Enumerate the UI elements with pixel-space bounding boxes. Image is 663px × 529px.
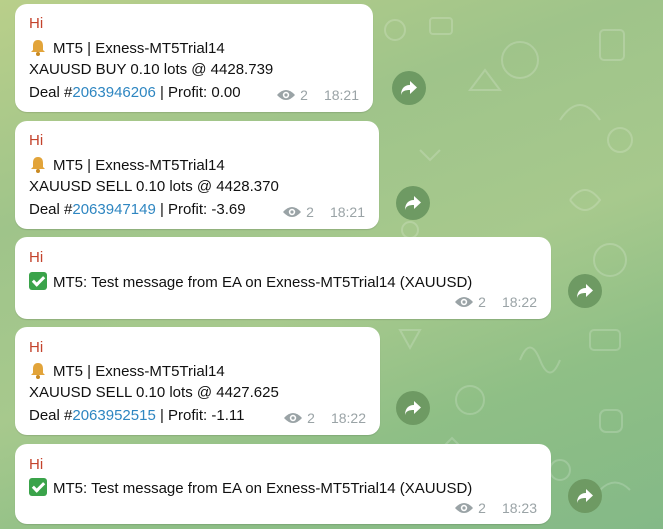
deal-prefix: Deal #: [29, 84, 73, 101]
forward-icon: [405, 401, 421, 415]
message-meta: 2 18:23: [454, 500, 537, 516]
message-line: Deal #2063946206 | Profit: 0.00: [29, 84, 241, 101]
message-line: MT5: Test message from EA on Exness-MT5T…: [29, 272, 472, 291]
bell-icon: [31, 157, 45, 173]
deal-prefix: Deal #: [29, 407, 73, 424]
message-bubble[interactable]: Hi MT5 | Exness-MT5Trial14 XAUUSD SELL 0…: [15, 327, 380, 435]
bell-icon: [31, 40, 45, 56]
message-time: 18:22: [501, 294, 537, 310]
view-count: 2: [478, 500, 486, 516]
message-text: MT5 | Exness-MT5Trial14: [53, 40, 225, 57]
message-bubble[interactable]: Hi MT5 | Exness-MT5Trial14 XAUUSD SELL 0…: [15, 121, 379, 229]
message-meta: 2 18:22: [454, 294, 537, 310]
message-bubble[interactable]: Hi MT5 | Exness-MT5Trial14 XAUUSD BUY 0.…: [15, 4, 373, 112]
message-text: XAUUSD SELL 0.10 lots @ 4427.625: [29, 384, 279, 401]
message-meta: 2 18:21: [282, 204, 365, 220]
message-line: MT5 | Exness-MT5Trial14: [29, 38, 225, 57]
bell-icon: [31, 363, 45, 379]
message-bubble[interactable]: Hi MT5: Test message from EA on Exness-M…: [15, 237, 551, 319]
sender-name[interactable]: Hi: [29, 15, 43, 32]
forward-button[interactable]: [392, 71, 426, 105]
eye-icon: [277, 90, 296, 100]
view-count: 2: [306, 204, 314, 220]
forward-button[interactable]: [568, 479, 602, 513]
view-count: 2: [307, 410, 315, 426]
deal-profit: | Profit: -1.11: [155, 407, 245, 424]
message-time: 18:21: [329, 204, 365, 220]
forward-button[interactable]: [568, 274, 602, 308]
sender-name[interactable]: Hi: [29, 132, 43, 149]
view-count: 2: [300, 87, 308, 103]
message-line: Deal #2063952515 | Profit: -1.11: [29, 407, 244, 424]
sender-name[interactable]: Hi: [29, 456, 43, 473]
deal-profit: | Profit: 0.00: [155, 84, 241, 101]
message-text: XAUUSD BUY 0.10 lots @ 4428.739: [29, 61, 274, 78]
message-text: MT5 | Exness-MT5Trial14: [53, 157, 225, 174]
message-text: MT5 | Exness-MT5Trial14: [53, 363, 225, 380]
message-line: MT5 | Exness-MT5Trial14: [29, 155, 225, 174]
message-time: 18:22: [330, 410, 366, 426]
message-line: MT5 | Exness-MT5Trial14: [29, 361, 225, 380]
message-time: 18:23: [501, 500, 537, 516]
sender-name[interactable]: Hi: [29, 249, 43, 266]
forward-icon: [577, 489, 593, 503]
forward-button[interactable]: [396, 186, 430, 220]
eye-icon: [455, 503, 474, 513]
sender-name[interactable]: Hi: [29, 339, 43, 356]
deal-prefix: Deal #: [29, 201, 73, 218]
forward-icon: [401, 81, 417, 95]
message-text: MT5: Test message from EA on Exness-MT5T…: [53, 480, 473, 497]
message-meta: 2 18:22: [283, 410, 366, 426]
message-time: 18:21: [323, 87, 359, 103]
message-line: MT5: Test message from EA on Exness-MT5T…: [29, 478, 472, 497]
eye-icon: [283, 207, 302, 217]
view-count: 2: [478, 294, 486, 310]
eye-icon: [455, 297, 474, 307]
eye-icon: [284, 413, 303, 423]
message-text: XAUUSD SELL 0.10 lots @ 4428.370: [29, 178, 279, 195]
message-line: Deal #2063947149 | Profit: -3.69: [29, 201, 246, 218]
check-icon: [29, 272, 47, 290]
deal-link[interactable]: 2063947149: [72, 201, 155, 218]
deal-link[interactable]: 2063952515: [72, 407, 155, 424]
deal-profit: | Profit: -3.69: [155, 201, 246, 218]
message-bubble[interactable]: Hi MT5: Test message from EA on Exness-M…: [15, 444, 551, 524]
message-text: MT5: Test message from EA on Exness-MT5T…: [53, 274, 473, 291]
message-meta: 2 18:21: [276, 87, 359, 103]
forward-icon: [405, 196, 421, 210]
check-icon: [29, 478, 47, 496]
forward-button[interactable]: [396, 391, 430, 425]
deal-link[interactable]: 2063946206: [72, 84, 155, 101]
forward-icon: [577, 284, 593, 298]
